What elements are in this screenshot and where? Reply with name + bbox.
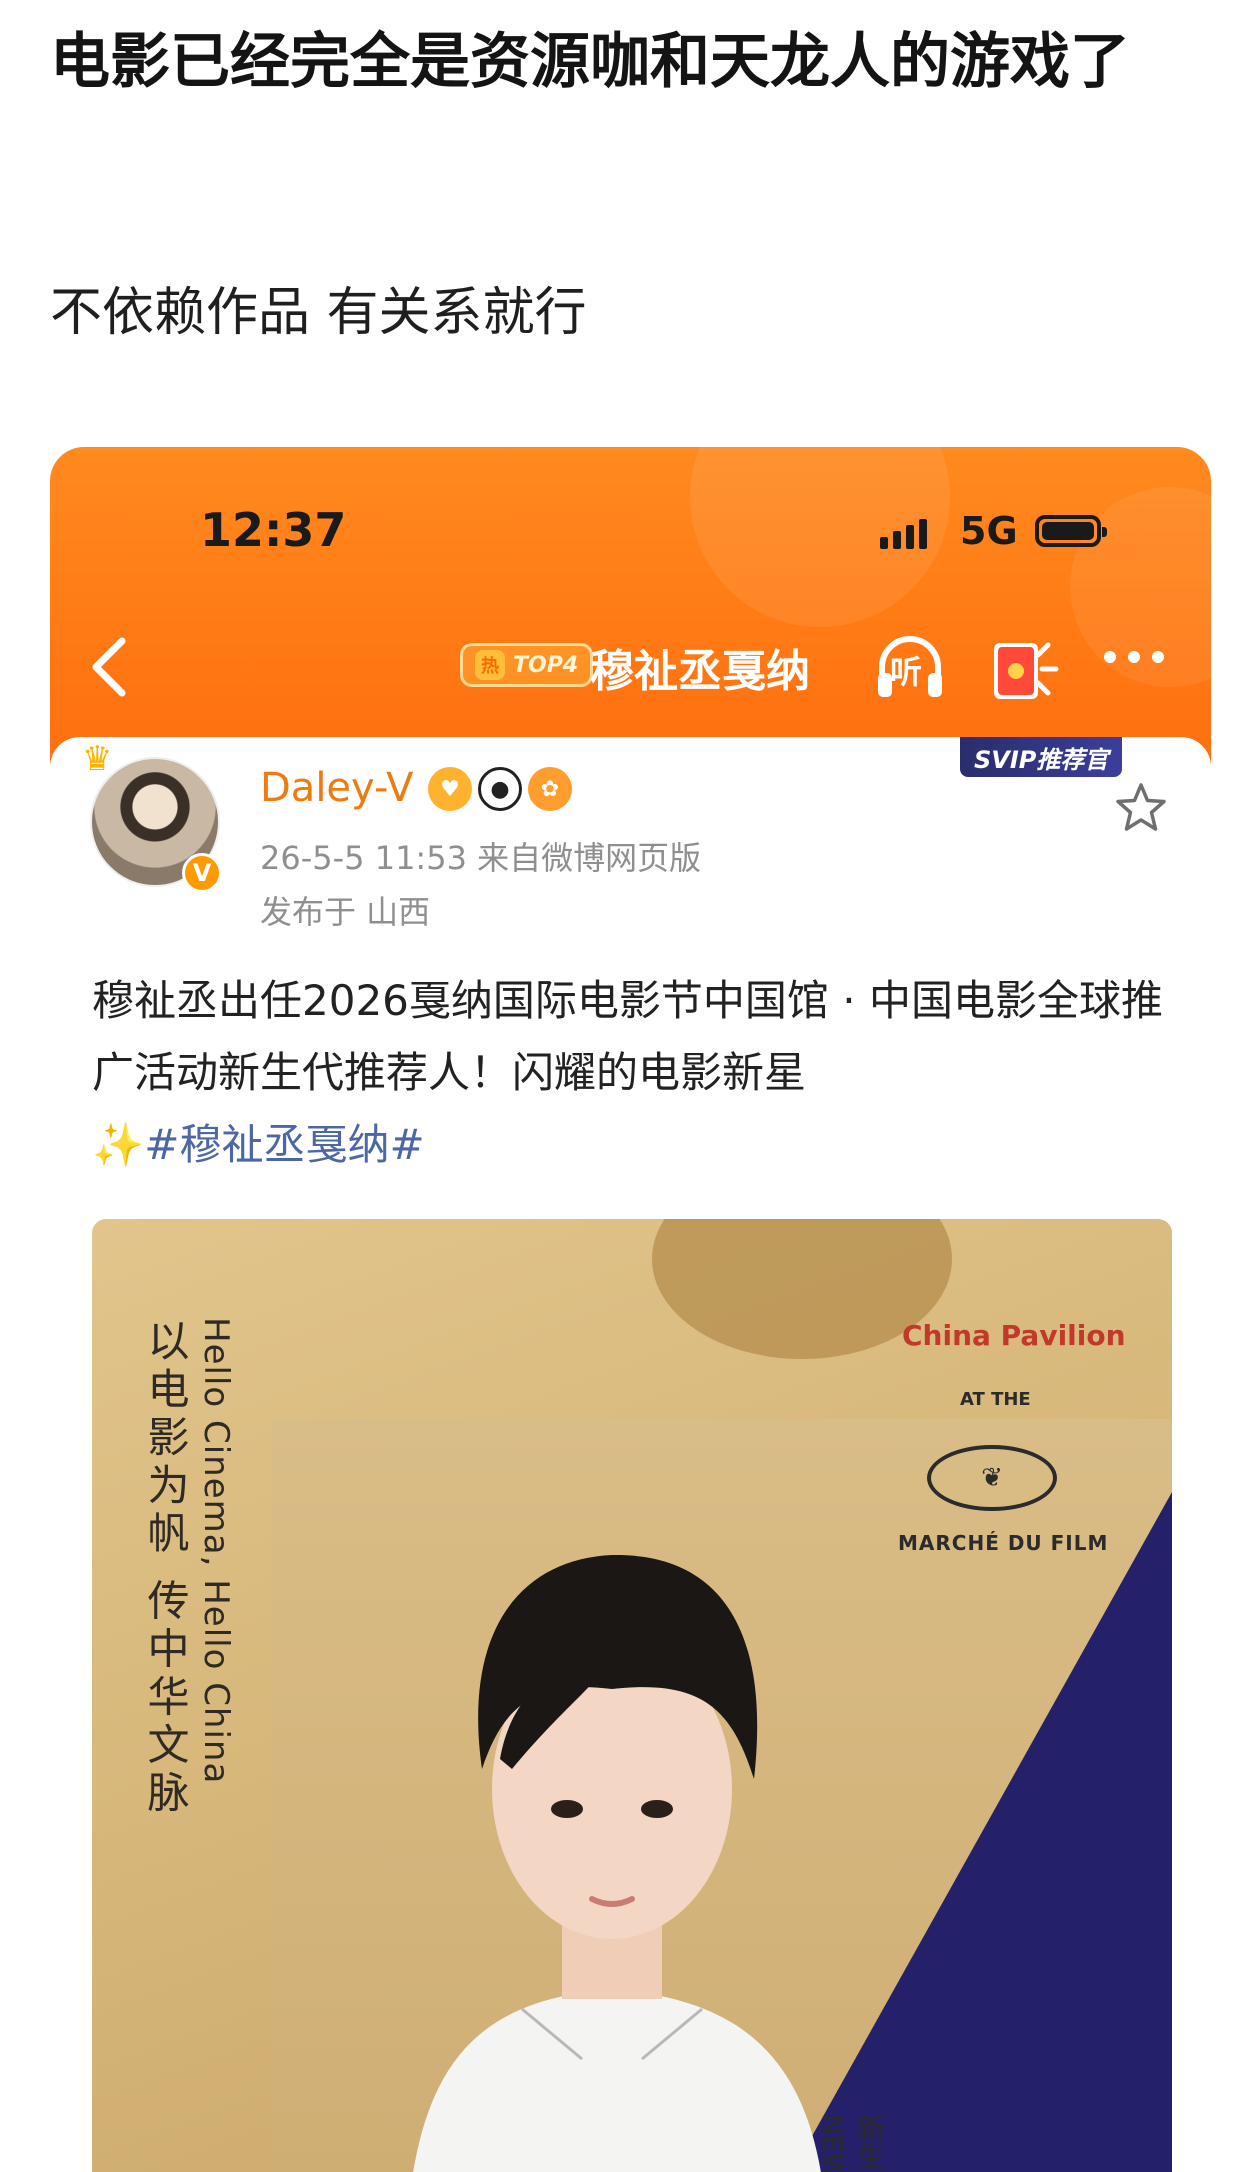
- hot-icon: 热: [475, 650, 505, 680]
- weibo-post-card: SVIP推荐官 ♛ V Daley-V ♥ ● ✿ 26-5-5 11:53 来…: [50, 737, 1211, 2172]
- topic-rank-badge: 热 TOP4: [460, 643, 594, 687]
- portrait-figure: [413, 1554, 821, 2172]
- post-body: 穆祉丞出任2026戛纳国际电影节中国馆 · 中国电影全球推广活动新生代推荐人！闪…: [92, 965, 1172, 1181]
- poster-vertical-chinese: 以电影为帆 传中华文脉: [141, 1319, 190, 1819]
- status-time: 12:37: [200, 503, 347, 557]
- battery-icon: [1035, 515, 1107, 547]
- listen-label: 听: [890, 653, 923, 691]
- post-title: 电影已经完全是资源咖和天龙人的游戏了: [50, 27, 1130, 97]
- signal-bars-icon: [880, 519, 927, 549]
- user-badges: ♥ ● ✿: [428, 767, 572, 811]
- chevron-left-icon[interactable]: [80, 627, 140, 707]
- embedded-screenshot: 12:37 5G 热 TOP4 穆祉丞戛纳 听 SVIP推荐官 ♛ V Dale…: [50, 447, 1211, 2172]
- post-location: 发布于 山西: [260, 893, 431, 931]
- red-envelope-icon[interactable]: [980, 625, 1064, 709]
- more-dots-icon[interactable]: [1104, 651, 1164, 663]
- poster-vertical-english: Hello Cinema, Hello China: [196, 1317, 236, 1785]
- hashtag-link[interactable]: #穆祉丞戛纳#: [144, 1120, 424, 1169]
- pavilion-at: AT THE: [960, 1389, 1031, 1410]
- svip-tag: SVIP推荐官: [960, 737, 1123, 777]
- app-header: 12:37 5G 热 TOP4 穆祉丞戛纳 听: [50, 447, 1211, 777]
- panda-icon: ●: [478, 767, 522, 811]
- pavilion-title: China Pavilion: [902, 1319, 1126, 1352]
- poster-corner-note: 新生 NEW: [816, 2114, 886, 2172]
- star-outline-icon[interactable]: [1114, 781, 1168, 835]
- listen-button[interactable]: 听: [870, 627, 950, 707]
- post-body-text: 穆祉丞出任2026戛纳国际电影节中国馆 · 中国电影全球推广活动新生代推荐人！闪…: [92, 976, 1163, 1097]
- topic-rank: TOP4: [513, 652, 579, 678]
- avatar-container[interactable]: ♛ V: [82, 739, 222, 893]
- pufferfish-icon: ✿: [528, 767, 572, 811]
- topic-title[interactable]: 穆祉丞戛纳: [590, 635, 810, 699]
- post-subtitle: 不依赖作品 有关系就行: [50, 283, 587, 343]
- crown-icon: ♛: [82, 739, 113, 779]
- gold-badge-icon: ♥: [428, 767, 472, 811]
- sparkle-icon: ✨: [92, 1120, 145, 1169]
- post-timestamp-source: 26-5-5 11:53 来自微博网页版: [260, 839, 702, 877]
- poster-image[interactable]: 以电影为帆 传中华文脉 Hello Cinema, Hello China Ch…: [92, 1219, 1172, 2172]
- network-label: 5G: [960, 509, 1018, 553]
- verified-badge-icon: V: [182, 853, 222, 893]
- username[interactable]: Daley-V: [260, 765, 413, 811]
